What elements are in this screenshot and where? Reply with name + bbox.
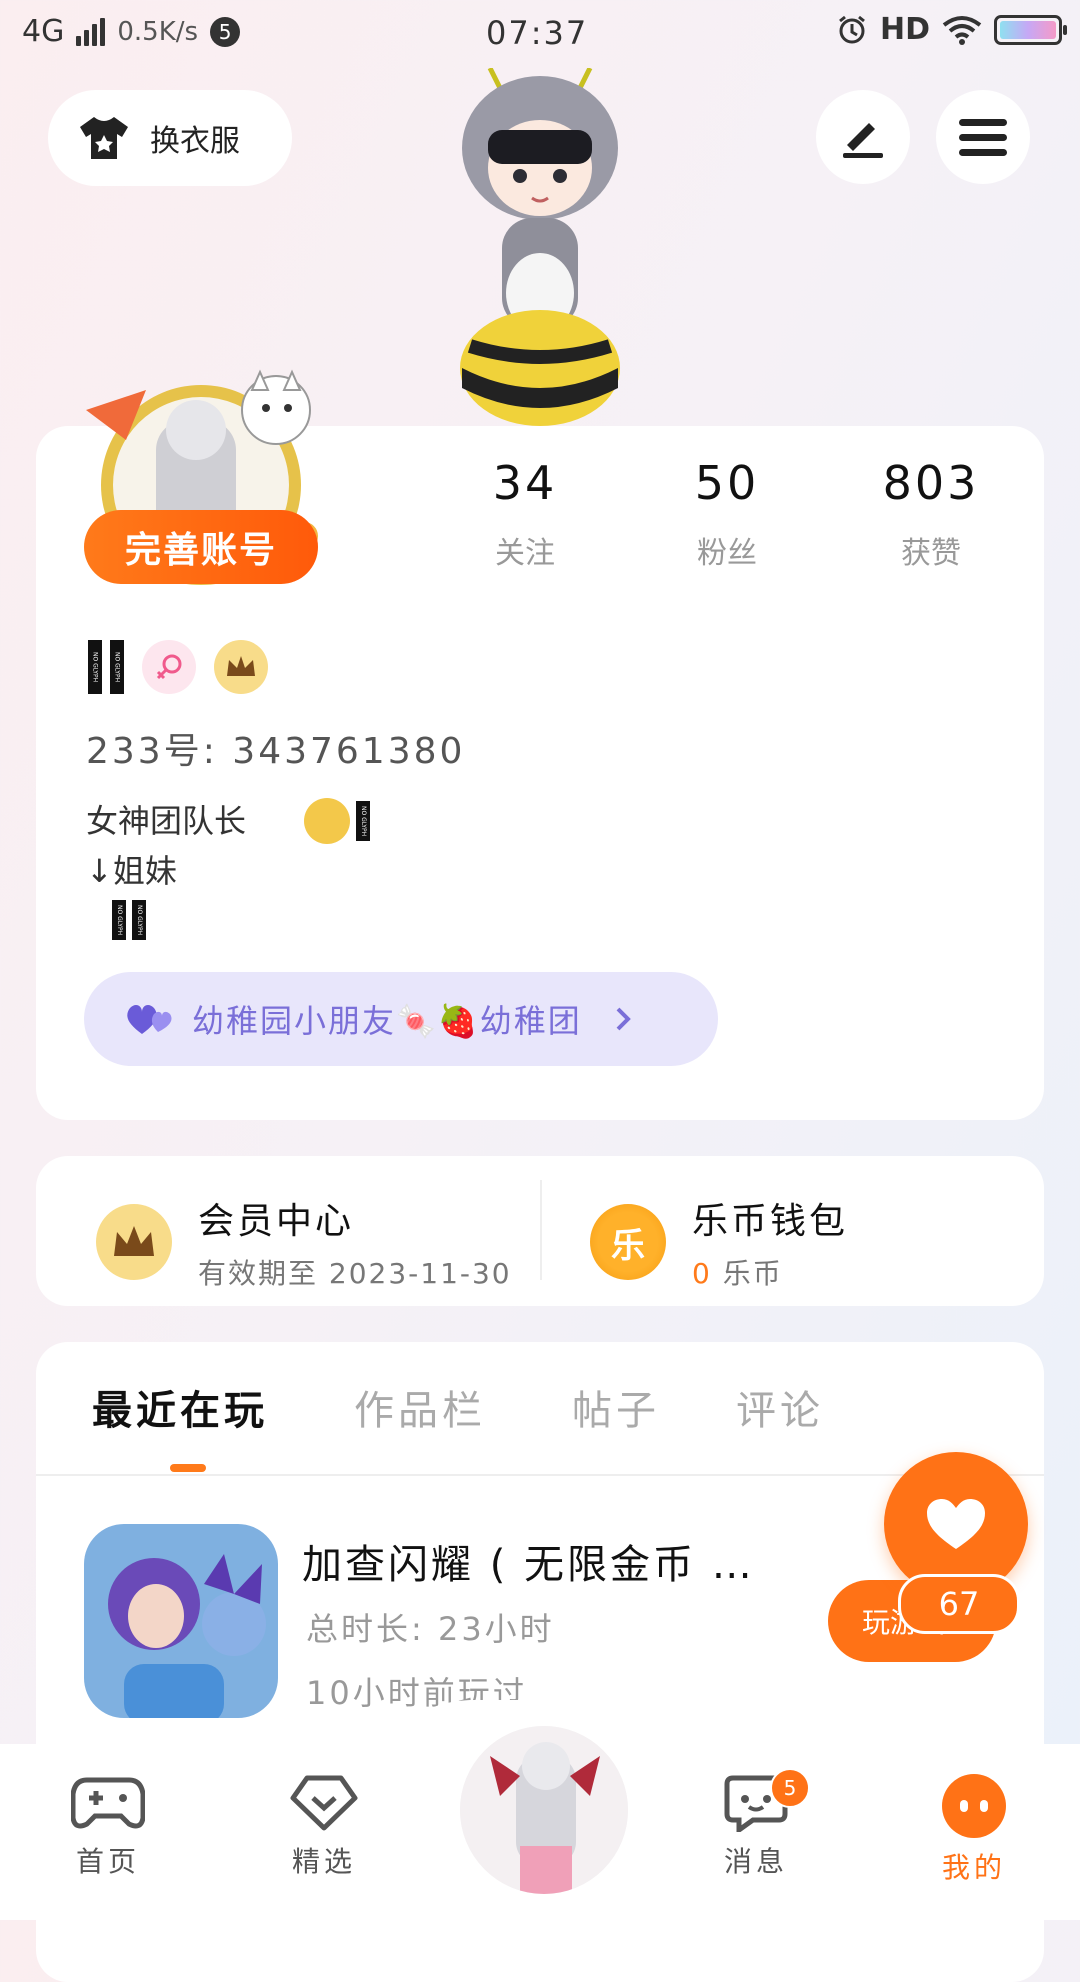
clock: 07:37 <box>486 14 589 52</box>
gamepad-icon <box>71 1777 145 1829</box>
member-center-title: 会员中心 <box>198 1201 355 1242</box>
network-speed: 0.5K/s <box>117 16 199 47</box>
heart-icon <box>927 1499 985 1549</box>
bio-line-2: ↓姐妹 <box>86 852 177 890</box>
member-expiry: 有效期至 2023-11-30 <box>198 1257 512 1290</box>
coin-icon: 乐 <box>590 1204 666 1280</box>
network-type: 4G <box>22 14 65 49</box>
divider <box>540 1180 542 1280</box>
wifi-icon <box>942 15 982 45</box>
badge-row: NO GLYPH NO GLYPH <box>88 640 268 694</box>
center-avatar-button[interactable] <box>456 1722 632 1898</box>
following-label: 关注 <box>495 536 555 571</box>
nav-home-label: 首页 <box>75 1845 140 1878</box>
bio: 女神团队长 NO GLYPH ↓姐妹 NO GLYPH NO GLYPH <box>86 796 371 940</box>
hearts-icon <box>127 1005 172 1034</box>
likes-stat[interactable]: 803 获赞 <box>846 456 1016 572</box>
game-duration: 总时长: 23小时 <box>306 1610 555 1648</box>
followers-stat[interactable]: 50 粉丝 <box>642 456 812 572</box>
nav-mine[interactable]: 我的 <box>904 1774 1044 1886</box>
message-badge: 5 <box>770 1768 810 1808</box>
group-link[interactable]: 幼稚园小朋友🍬🍓幼稚团 <box>84 972 718 1066</box>
hd-indicator: HD <box>879 12 930 47</box>
bio-glyphs: NO GLYPH NO GLYPH <box>86 900 370 940</box>
nav-featured[interactable]: 精选 <box>254 1774 394 1880</box>
coin-wallet[interactable]: 乐 乐币钱包 0 乐币 <box>590 1192 848 1292</box>
game-icon[interactable] <box>84 1524 278 1718</box>
tab-recent-play[interactable]: 最近在玩 <box>92 1378 268 1436</box>
group-name: 幼稚园小朋友🍬🍓幼稚团 <box>192 1002 582 1040</box>
tab-comments[interactable]: 评论 <box>736 1378 824 1436</box>
alarm-icon <box>839 15 865 43</box>
following-count: 34 <box>492 456 558 510</box>
nav-featured-label: 精选 <box>291 1845 356 1878</box>
mine-icon <box>942 1774 1006 1838</box>
menu-icon <box>959 119 1007 156</box>
crown-coin-icon <box>96 1204 172 1280</box>
tab-works[interactable]: 作品栏 <box>354 1378 486 1436</box>
crown-icon[interactable] <box>214 640 268 694</box>
battery-icon <box>994 14 1067 45</box>
like-count: 67 <box>898 1574 1020 1634</box>
wallet-amount: 0 <box>692 1257 712 1290</box>
menu-button[interactable] <box>936 90 1030 184</box>
following-stat[interactable]: 34 关注 <box>440 456 610 572</box>
complete-account-button[interactable]: 完善账号 <box>84 510 318 584</box>
notification-count: 5 <box>210 16 241 47</box>
avatar-character-image[interactable] <box>440 68 640 428</box>
likes-count: 803 <box>882 456 980 510</box>
game-title[interactable]: 加查闪耀 ( 无限金币 … <box>302 1532 755 1590</box>
wallet-unit: 乐币 <box>722 1257 783 1290</box>
pen-icon <box>843 123 883 158</box>
nickname-glyphs: NO GLYPH NO GLYPH <box>88 640 124 694</box>
bio-glyph: NO GLYPH <box>356 801 371 841</box>
nav-home[interactable]: 首页 <box>38 1774 178 1880</box>
wallet-title: 乐币钱包 <box>692 1201 849 1242</box>
tab-divider <box>36 1474 1044 1476</box>
followers-label: 粉丝 <box>697 536 757 571</box>
change-outfit-label: 换衣服 <box>150 124 240 159</box>
change-outfit-button[interactable]: 换衣服 <box>48 90 292 186</box>
likes-label: 获赞 <box>901 536 961 571</box>
tab-posts[interactable]: 帖子 <box>572 1378 660 1436</box>
status-bar: 4G 0.5K/s 5 07:37 HD <box>0 0 1080 70</box>
heart-shield-icon <box>290 1775 358 1831</box>
tshirt-icon <box>80 117 128 159</box>
edit-button[interactable] <box>816 90 910 184</box>
nav-mine-label: 我的 <box>941 1851 1006 1884</box>
female-icon <box>142 640 196 694</box>
signal-icon <box>76 17 106 46</box>
user-id: 233号: 343761380 <box>86 731 466 772</box>
tab-indicator <box>170 1464 206 1472</box>
followers-count: 50 <box>694 456 760 510</box>
chevron-right-icon <box>616 1007 631 1031</box>
nav-messages-label: 消息 <box>723 1845 788 1878</box>
bio-line-1: 女神团队长 <box>86 802 247 840</box>
member-center[interactable]: 会员中心 有效期至 2023-11-30 <box>96 1192 512 1292</box>
